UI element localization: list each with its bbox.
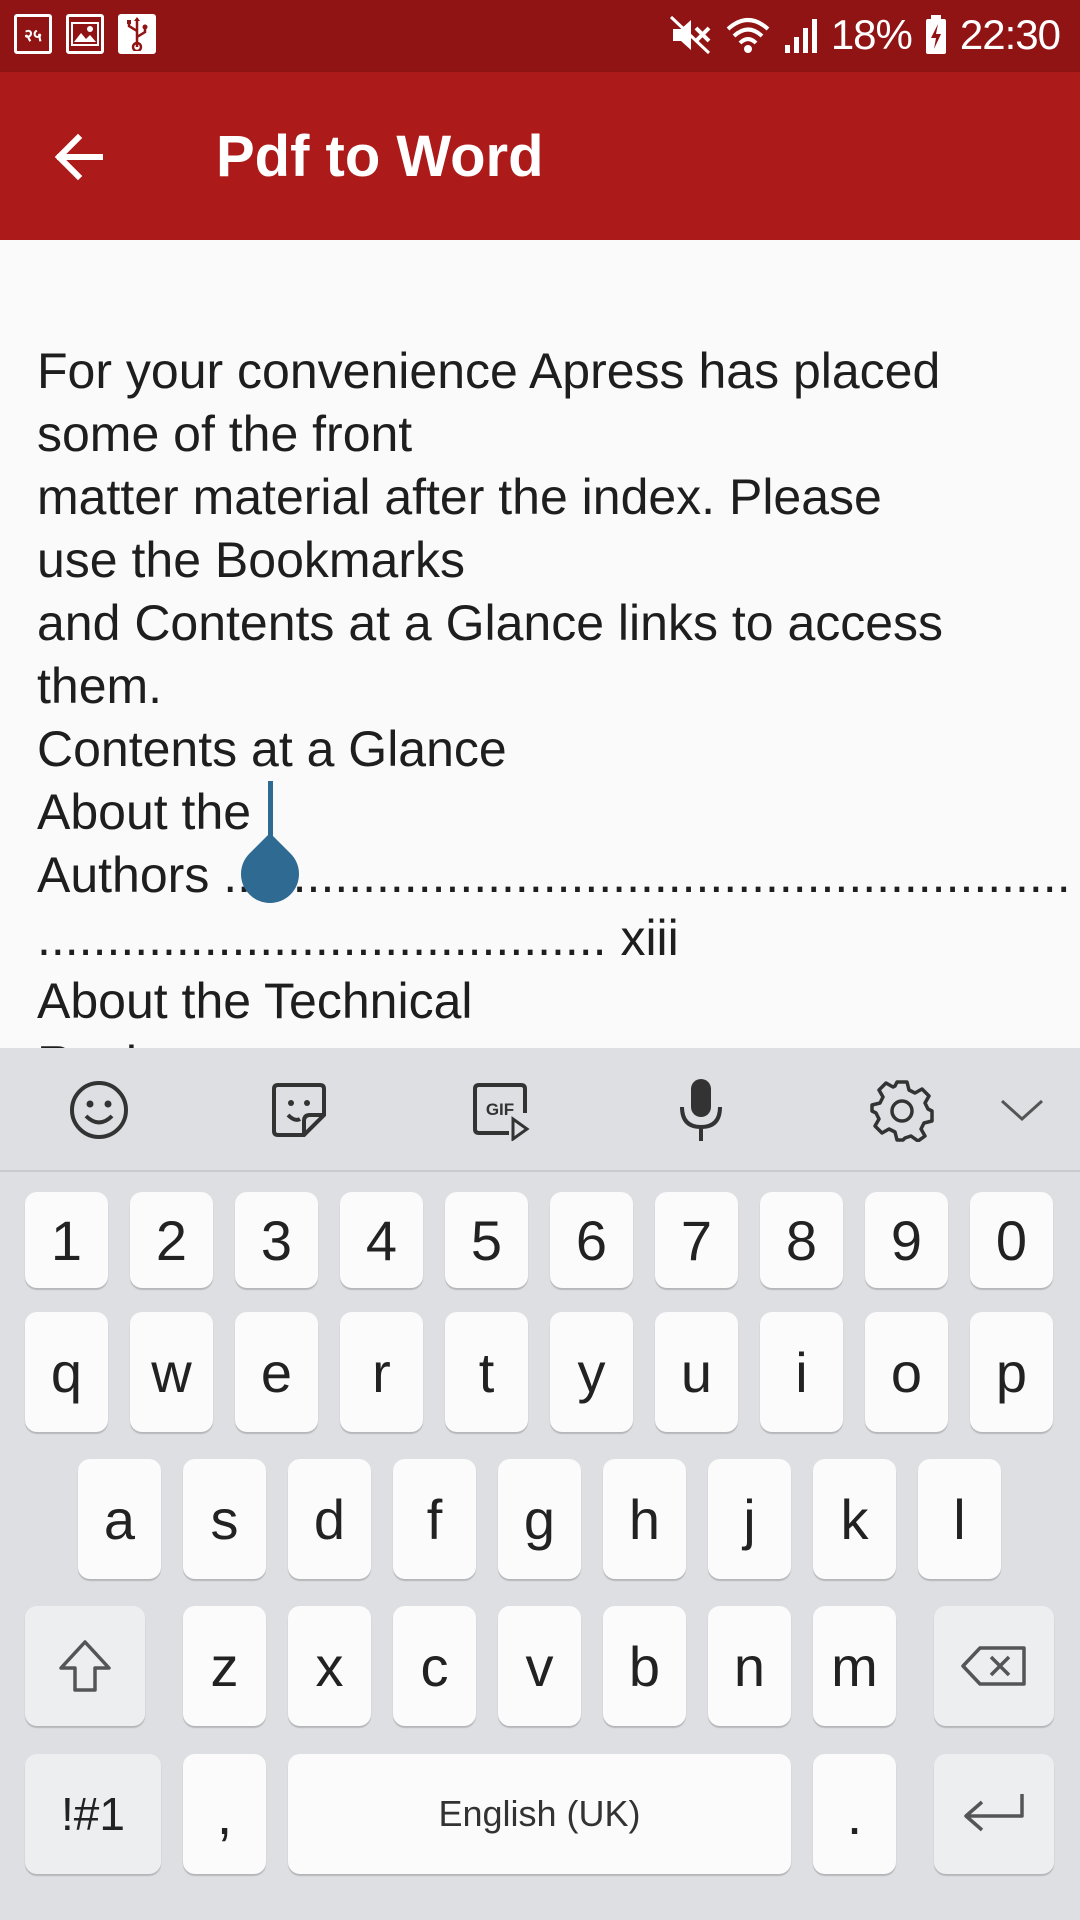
key-6[interactable]: 6: [550, 1192, 633, 1288]
emoji-button[interactable]: [59, 1070, 139, 1150]
settings-icon: [870, 1080, 934, 1142]
document-line: ........................................…: [37, 910, 679, 966]
symbols-key[interactable]: !#1: [25, 1754, 161, 1874]
document-line: Reviewer: [37, 1033, 1057, 1048]
key-l[interactable]: l: [918, 1459, 1001, 1579]
backspace-key[interactable]: [934, 1606, 1054, 1726]
key-v[interactable]: v: [498, 1606, 581, 1726]
key-h[interactable]: h: [603, 1459, 686, 1579]
document-line: For your convenience Apress has placed: [37, 343, 941, 399]
key-p[interactable]: p: [970, 1312, 1053, 1432]
signal-icon: [784, 19, 817, 53]
document-line: them.: [37, 658, 163, 714]
document-line: and Contents at a Glance links to access: [37, 595, 944, 651]
key-1[interactable]: 1: [25, 1192, 108, 1288]
space-key[interactable]: English (UK): [288, 1754, 791, 1874]
document-editor[interactable]: For your convenience Apress has placed s…: [0, 240, 1080, 1048]
key-comma[interactable]: ,: [183, 1754, 266, 1874]
key-3[interactable]: 3: [235, 1192, 318, 1288]
document-line: matter material after the index. Please: [37, 469, 882, 525]
emoji-icon: [70, 1081, 128, 1139]
notification-icons: २५: [14, 14, 156, 54]
key-4[interactable]: 4: [340, 1192, 423, 1288]
key-2[interactable]: 2: [130, 1192, 213, 1288]
key-i[interactable]: i: [760, 1312, 843, 1432]
battery-percent: 18%: [830, 11, 913, 58]
key-0[interactable]: 0: [970, 1192, 1053, 1288]
key-u[interactable]: u: [655, 1312, 738, 1432]
document-line: some of the front: [37, 406, 413, 462]
sticker-button[interactable]: [259, 1070, 339, 1150]
sticker-icon: [272, 1083, 326, 1137]
enter-icon: [964, 1794, 1024, 1832]
document-line: About the: [37, 784, 252, 840]
on-screen-keyboard: GIF 1 2 3 4 5 6 7 8 9 0 q w e r t y u i …: [0, 1048, 1080, 1920]
key-n[interactable]: n: [708, 1606, 791, 1726]
usb-icon: [118, 14, 156, 54]
page-title: Pdf to Word: [216, 124, 544, 189]
key-t[interactable]: t: [445, 1312, 528, 1432]
key-k[interactable]: k: [813, 1459, 896, 1579]
gif-button[interactable]: GIF: [460, 1070, 540, 1150]
back-button[interactable]: [50, 127, 110, 187]
key-d[interactable]: d: [288, 1459, 371, 1579]
shift-icon: [59, 1640, 111, 1692]
back-arrow-icon: [54, 133, 103, 181]
key-period[interactable]: .: [813, 1754, 896, 1874]
backspace-icon: [961, 1646, 1026, 1686]
app-bar: Pdf to Word: [0, 72, 1080, 240]
key-5[interactable]: 5: [445, 1192, 528, 1288]
key-8[interactable]: 8: [760, 1192, 843, 1288]
document-text[interactable]: For your convenience Apress has placed s…: [37, 340, 1071, 1048]
system-status: 18% 22:30: [669, 10, 1061, 60]
collapse-keyboard-button[interactable]: [982, 1070, 1062, 1150]
key-x[interactable]: x: [288, 1606, 371, 1726]
key-c[interactable]: c: [393, 1606, 476, 1726]
key-m[interactable]: m: [813, 1606, 896, 1726]
key-z[interactable]: z: [183, 1606, 266, 1726]
document-line: About the Technical: [37, 973, 473, 1029]
key-e[interactable]: e: [235, 1312, 318, 1432]
key-o[interactable]: o: [865, 1312, 948, 1432]
key-r[interactable]: r: [340, 1312, 423, 1432]
chevron-down-icon: [1000, 1099, 1044, 1122]
key-g[interactable]: g: [498, 1459, 581, 1579]
battery-charging-icon: [925, 15, 946, 54]
notification-app-icon: २५: [14, 14, 52, 54]
wifi-icon: [726, 18, 770, 53]
gif-icon: GIF: [473, 1083, 530, 1141]
document-line: Authors ................................…: [37, 847, 1071, 903]
clock: 22:30: [959, 11, 1061, 58]
key-a[interactable]: a: [78, 1459, 161, 1579]
key-9[interactable]: 9: [865, 1192, 948, 1288]
status-bar: २५ 18% 22:30: [0, 0, 1080, 72]
gallery-icon: [66, 14, 104, 54]
key-w[interactable]: w: [130, 1312, 213, 1432]
mute-icon: [669, 15, 711, 55]
key-s[interactable]: s: [183, 1459, 266, 1579]
key-q[interactable]: q: [25, 1312, 108, 1432]
key-7[interactable]: 7: [655, 1192, 738, 1288]
key-b[interactable]: b: [603, 1606, 686, 1726]
shift-key[interactable]: [25, 1606, 145, 1726]
key-j[interactable]: j: [708, 1459, 791, 1579]
key-f[interactable]: f: [393, 1459, 476, 1579]
enter-key[interactable]: [934, 1754, 1054, 1874]
gif-label: GIF: [486, 1100, 514, 1119]
key-y[interactable]: y: [550, 1312, 633, 1432]
voice-input-button[interactable]: [661, 1070, 741, 1150]
document-line: Contents at a Glance: [37, 721, 507, 777]
microphone-icon: [680, 1079, 722, 1141]
keyboard-toolbar: GIF: [0, 1048, 1080, 1172]
document-line: use the Bookmarks: [37, 532, 465, 588]
keyboard-settings-button[interactable]: [862, 1070, 942, 1150]
